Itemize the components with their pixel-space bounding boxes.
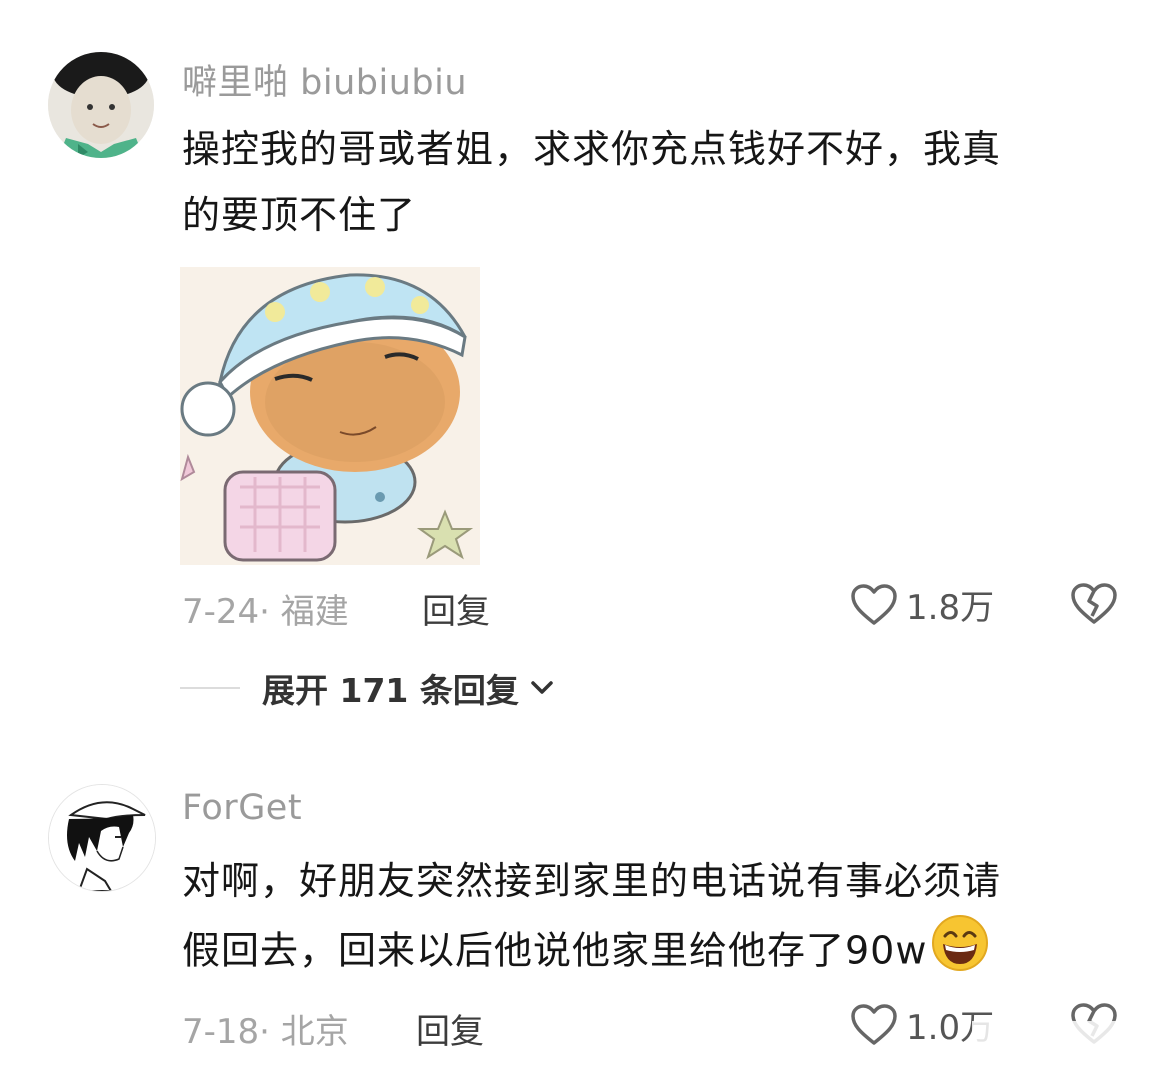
chevron-down-icon bbox=[531, 681, 553, 694]
comment-text-line: 操控我的哥或者姐，求求你充点钱好不好，我真 bbox=[182, 127, 1002, 171]
avatar[interactable] bbox=[48, 784, 156, 892]
like-button[interactable]: 1.8万 bbox=[850, 580, 994, 629]
comment-date-location: 7-18· 北京 bbox=[182, 1012, 349, 1052]
sticker-image[interactable] bbox=[180, 267, 480, 565]
comment-text-line: 对啊，好朋友突然接到家里的电话说有事必须请 bbox=[182, 859, 1002, 903]
avatar[interactable] bbox=[48, 52, 154, 158]
like-count: 1.8万 bbox=[906, 588, 995, 628]
reply-button[interactable]: 回复 bbox=[422, 584, 490, 633]
expand-replies-button[interactable]: 展开 171 条回复 bbox=[180, 664, 555, 712]
heart-outline-icon bbox=[851, 583, 897, 625]
comment-text: 对啊，好朋友突然接到家里的电话说有事必须请 假回去，回来以后他说他家里给他存了9… bbox=[182, 848, 1122, 992]
heart-outline-icon bbox=[851, 1003, 897, 1045]
avatar-image bbox=[49, 785, 155, 891]
comment-text-span: 假回去，回来以后他说他家里给他存了90w bbox=[182, 928, 928, 973]
reply-button[interactable]: 回复 bbox=[416, 1004, 484, 1053]
comment-text: 操控我的哥或者姐，求求你充点钱好不好，我真 的要顶不住了 bbox=[182, 116, 1122, 248]
username[interactable]: 噼里啪 biubiubiu bbox=[182, 54, 467, 105]
sleepy-character-sticker bbox=[180, 267, 480, 565]
grinning-face-emoji bbox=[931, 914, 989, 992]
comment-date-location: 7-24· 福建 bbox=[182, 592, 349, 632]
broken-heart-icon bbox=[1071, 583, 1117, 624]
dislike-button[interactable] bbox=[1070, 582, 1118, 630]
divider bbox=[180, 687, 240, 689]
avatar-image bbox=[48, 52, 154, 158]
watermark-overlay bbox=[972, 1021, 1162, 1053]
comment-text-line: 假回去，回来以后他说他家里给他存了90w bbox=[182, 914, 1122, 992]
username[interactable]: ForGet bbox=[182, 788, 302, 828]
expand-replies-label: 展开 171 条回复 bbox=[262, 671, 519, 710]
comment-text-line: 的要顶不住了 bbox=[182, 193, 417, 237]
